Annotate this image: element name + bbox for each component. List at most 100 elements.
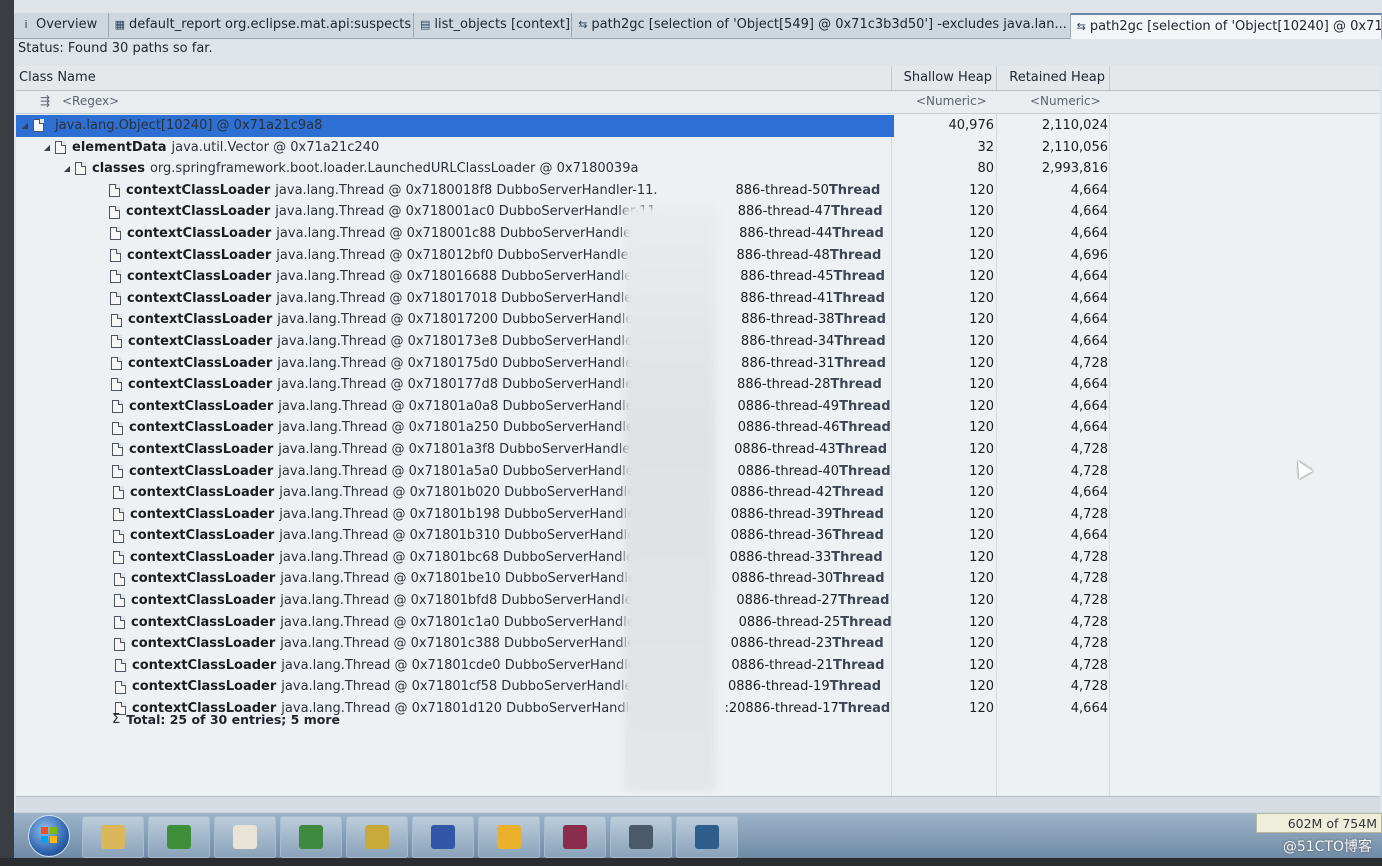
taskbar-button[interactable] bbox=[676, 816, 738, 858]
row-name-cell: contextClassLoader java.lang.Thread @ 0x7… bbox=[16, 331, 886, 353]
taskbar-button[interactable] bbox=[412, 816, 474, 858]
object-type: java.lang.Thread @ 0x71801b020 DubboServ… bbox=[279, 485, 653, 501]
column-retained-heap[interactable]: Retained Heap bbox=[997, 66, 1110, 90]
thread-name: 0886-thread-25 bbox=[738, 614, 841, 630]
object-icon bbox=[112, 400, 123, 414]
column-class-name[interactable]: Class Name bbox=[16, 66, 892, 90]
tab-overview[interactable]: ⅰ Overview bbox=[14, 13, 109, 37]
column-shallow-heap[interactable]: Shallow Heap bbox=[892, 66, 997, 90]
taskbar-button[interactable] bbox=[544, 816, 606, 858]
retained-heap-cell: 4,728 bbox=[1070, 614, 1108, 630]
shallow-heap-cell: 120 bbox=[969, 225, 994, 241]
thread-name: 886-thread-28 bbox=[737, 377, 831, 393]
thread-name: 0886-thread-23 bbox=[730, 636, 833, 652]
taskbar-button[interactable] bbox=[82, 816, 144, 858]
tab-path2gc-549[interactable]: ⇆ path2gc [selection of 'Object[549] @ 0… bbox=[572, 13, 1071, 37]
screen-bezel bbox=[0, 0, 14, 866]
retained-heap-cell: 4,664 bbox=[1070, 225, 1108, 241]
shallow-heap-cell: 120 bbox=[969, 506, 994, 522]
thread-label: Thread bbox=[831, 549, 883, 565]
field-name: contextClassLoader bbox=[128, 333, 273, 349]
table-row[interactable]: contextClassLoader java.lang.Thread @ 0x7… bbox=[16, 180, 1380, 202]
retained-heap-cell: 4,728 bbox=[1070, 571, 1108, 587]
shallow-heap-cell: 120 bbox=[969, 290, 994, 306]
table-header: Class Name Shallow Heap Retained Heap bbox=[16, 66, 1380, 91]
field-name: contextClassLoader bbox=[127, 247, 272, 263]
retained-heap-cell: 4,664 bbox=[1070, 701, 1108, 717]
object-type: java.lang.Thread @ 0x718017200 DubboServ… bbox=[277, 312, 664, 328]
regex-filter[interactable]: <Regex> bbox=[62, 94, 119, 108]
object-icon bbox=[113, 529, 124, 543]
shallow-heap-cell: 120 bbox=[969, 182, 994, 198]
object-type: java.lang.Thread @ 0x71801cf58 DubboServ… bbox=[281, 679, 650, 695]
thread-label: Thread bbox=[832, 485, 884, 501]
taskbar-button[interactable] bbox=[280, 816, 342, 858]
start-button[interactable] bbox=[28, 815, 70, 857]
object-type: org.springframework.boot.loader.Launched… bbox=[149, 161, 639, 177]
shallow-heap-cell: 120 bbox=[969, 571, 994, 587]
field-name: contextClassLoader bbox=[128, 377, 273, 393]
object-icon bbox=[115, 659, 126, 673]
tab-list-objects[interactable]: ▤ list_objects [context] bbox=[414, 13, 573, 37]
thread-label: Thread bbox=[833, 269, 885, 285]
table-row[interactable]: ◢ elementData java.util.Vector @ 0x71a21c2… bbox=[16, 137, 1380, 159]
row-name-cell: ◢ java.lang.Object[10240] @ 0x71a21c9a8 bbox=[16, 115, 894, 137]
taskbar-button[interactable] bbox=[346, 816, 408, 858]
row-name-cell: contextClassLoader java.lang.Thread @ 0x7… bbox=[16, 655, 884, 677]
field-name: contextClassLoader bbox=[129, 398, 274, 414]
field-name: contextClassLoader bbox=[128, 355, 273, 371]
table-row[interactable]: ◢ classes org.springframework.boot.loader.… bbox=[16, 158, 1380, 180]
shallow-filter[interactable]: <Numeric> bbox=[916, 94, 987, 108]
thread-label: Thread bbox=[833, 657, 885, 673]
total-row[interactable]: Σ Total: 25 of 30 entries; 5 more bbox=[112, 712, 340, 727]
object-type: java.lang.Thread @ 0x7180175d0 DubboServ… bbox=[277, 355, 664, 371]
object-icon bbox=[114, 637, 125, 651]
row-name-cell: contextClassLoader java.lang.Thread @ 0x7… bbox=[16, 266, 885, 288]
thread-name: 886-thread-38 bbox=[741, 312, 835, 328]
row-name-cell: contextClassLoader java.lang.Thread @ 0x7… bbox=[16, 612, 892, 634]
retained-filter[interactable]: <Numeric> bbox=[1030, 94, 1101, 108]
thread-name: 886-thread-47 bbox=[737, 204, 832, 220]
shallow-heap-cell: 32 bbox=[977, 139, 994, 155]
taskbar-button[interactable] bbox=[610, 816, 672, 858]
object-type: java.lang.Thread @ 0x71801cde0 DubboServ… bbox=[281, 657, 654, 673]
thread-label: Thread bbox=[834, 312, 886, 328]
taskbar-button[interactable] bbox=[478, 816, 540, 858]
retained-heap-cell: 4,728 bbox=[1070, 441, 1108, 457]
java-icon bbox=[497, 825, 521, 849]
object-type: java.lang.Thread @ 0x71801a250 DubboServ… bbox=[278, 420, 660, 436]
folder-icon bbox=[101, 825, 125, 849]
object-type: java.lang.Thread @ 0x71801a3f8 DubboServ… bbox=[278, 441, 657, 457]
thread-label: Thread bbox=[834, 333, 886, 349]
thread-name: :20886-thread-17 bbox=[724, 701, 839, 717]
field-name: contextClassLoader bbox=[126, 204, 271, 220]
table-row[interactable]: ◢ java.lang.Object[10240] @ 0x71a21c9a8 40… bbox=[16, 115, 1380, 137]
object-type: java.lang.Thread @ 0x718001c88 DubboServ… bbox=[276, 225, 662, 241]
object-type: java.util.Vector @ 0x71a21c240 bbox=[171, 139, 380, 155]
tab-default-report[interactable]: ▦ default_report org.eclipse.mat.api:sus… bbox=[109, 13, 414, 37]
thread-name: 0886-thread-43 bbox=[734, 441, 836, 457]
field-name: elementData bbox=[72, 139, 167, 155]
expand-toggle-icon[interactable]: ◢ bbox=[62, 158, 72, 180]
taskbar-button[interactable] bbox=[148, 816, 210, 858]
thread-name: 886-thread-50 bbox=[735, 182, 829, 198]
shallow-heap-cell: 120 bbox=[969, 528, 994, 544]
taskbar-button[interactable] bbox=[214, 816, 276, 858]
row-name-cell: ◢ elementData java.util.Vector @ 0x71a21c2… bbox=[16, 137, 379, 159]
row-name-cell: contextClassLoader java.lang.Thread @ 0x7… bbox=[16, 504, 884, 526]
shallow-heap-cell: 80 bbox=[977, 161, 994, 177]
thread-name: 0886-thread-36 bbox=[730, 528, 833, 544]
retained-heap-cell: 2,110,056 bbox=[1041, 139, 1108, 155]
object-icon bbox=[109, 205, 120, 219]
thread-name: 886-thread-48 bbox=[736, 247, 830, 263]
retained-heap-cell: 4,728 bbox=[1070, 679, 1108, 695]
expand-toggle-icon[interactable]: ◢ bbox=[20, 115, 30, 137]
horizontal-scrollbar[interactable] bbox=[16, 796, 1380, 813]
expand-toggle-icon[interactable]: ◢ bbox=[42, 137, 52, 159]
field-name: contextClassLoader bbox=[128, 312, 273, 328]
object-type: java.lang.Thread @ 0x718016688 DubboServ… bbox=[276, 269, 663, 285]
heap-status[interactable]: 602M of 754M bbox=[1256, 813, 1382, 833]
tab-path2gc-10240[interactable]: ⇆ path2gc [selection of 'Object[10240] @… bbox=[1070, 13, 1382, 39]
tab-label: Overview bbox=[36, 17, 98, 32]
object-icon bbox=[113, 507, 124, 521]
